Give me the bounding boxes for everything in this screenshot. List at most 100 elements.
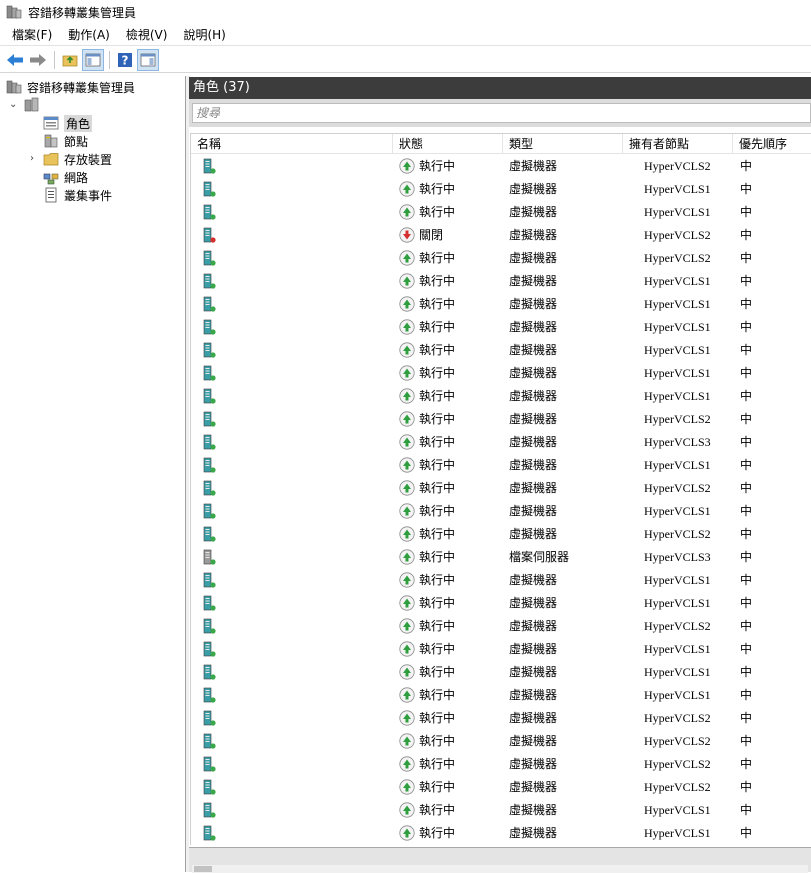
table-row[interactable]: 執行中 虛擬機器 HyperVCLS2 中 [191,247,811,270]
tree-item-storage[interactable]: 存放裝置 [43,150,112,168]
priority-cell: 中 [740,803,753,817]
table-row[interactable]: 執行中 虛擬機器 HyperVCLS1 中 [191,500,811,523]
toolbar: ? [0,47,811,73]
table-row[interactable]: 執行中 虛擬機器 HyperVCLS1 中 [191,201,811,224]
table-row[interactable]: 執行中 檔案伺服器 HyperVCLS3 中 [191,546,811,569]
tree-cluster[interactable] [24,96,45,114]
table-row[interactable]: 執行中 虛擬機器 HyperVCLS1 中 [191,454,811,477]
table-row[interactable]: 執行中 虛擬機器 HyperVCLS2 中 [191,707,811,730]
table-row[interactable]: 執行中 虛擬機器 HyperVCLS1 中 [191,684,811,707]
scrollbar-thumb[interactable] [194,866,212,872]
status-cell: 執行中 [419,343,456,357]
table-row[interactable]: 執行中 虛擬機器 HyperVCLS2 中 [191,753,811,776]
type-cell: 虛擬機器 [509,527,558,541]
owner-node-cell: HyperVCLS1 [644,688,711,702]
status-cell: 執行中 [419,366,456,380]
table-row[interactable]: 執行中 虛擬機器 HyperVCLS1 中 [191,362,811,385]
table-row[interactable]: 執行中 虛擬機器 HyperVCLS1 中 [191,638,811,661]
priority-cell: 中 [740,320,753,334]
table-row[interactable]: 執行中 虛擬機器 HyperVCLS2 中 [191,776,811,799]
table-row[interactable]: 執行中 虛擬機器 HyperVCLS1 中 [191,270,811,293]
collapse-chevron-icon[interactable]: ⌄ [9,100,19,110]
table-row[interactable]: 執行中 虛擬機器 HyperVCLS1 中 [191,339,811,362]
menu-help[interactable]: 說明(H) [175,25,233,45]
table-row[interactable]: 執行中 虛擬機器 HyperVCLS3 中 [191,431,811,454]
column-header-name[interactable]: 名稱 [191,134,393,154]
table-row[interactable]: 執行中 虛擬機器 HyperVCLS1 中 [191,385,811,408]
owner-node-cell: HyperVCLS2 [644,481,711,495]
search-input[interactable]: 搜尋 [192,103,811,123]
tree-root[interactable]: 容錯移轉叢集管理員 [6,78,135,96]
status-cell: 執行中 [419,389,456,403]
owner-node-cell: HyperVCLS1 [644,642,711,656]
table-row[interactable]: 關閉 虛擬機器 HyperVCLS2 中 [191,224,811,247]
type-cell: 虛擬機器 [509,573,558,587]
table-row[interactable]: 執行中 虛擬機器 HyperVCLS2 中 [191,155,811,178]
tree-item-cluster-events[interactable]: 叢集事件 [43,186,112,204]
menu-file[interactable]: 檔案(F) [4,25,60,45]
table-row[interactable]: 執行中 虛擬機器 HyperVCLS1 中 [191,293,811,316]
tree-item-networks[interactable]: 網路 [43,168,88,186]
expand-chevron-icon[interactable]: › [30,154,40,164]
table-row[interactable]: 執行中 虛擬機器 HyperVCLS1 中 [191,822,811,845]
owner-node-cell: HyperVCLS2 [644,412,711,426]
status-cell: 執行中 [419,780,456,794]
running-status-icon [399,181,415,197]
tree-item-nodes[interactable]: 節點 [43,132,88,150]
status-cell: 執行中 [419,320,456,334]
vm-icon [202,296,216,313]
owner-node-cell: HyperVCLS1 [644,803,711,817]
table-row[interactable]: 執行中 虛擬機器 HyperVCLS1 中 [191,799,811,822]
menu-view[interactable]: 檢視(V) [118,25,176,45]
type-cell: 虛擬機器 [509,228,558,242]
table-row[interactable]: 執行中 虛擬機器 HyperVCLS1 中 [191,316,811,339]
up-folder-icon [62,55,78,66]
vm-icon [202,181,216,198]
priority-cell: 中 [740,780,753,794]
show-hide-tree-button[interactable] [82,48,104,71]
status-cell: 執行中 [419,412,456,426]
type-cell: 虛擬機器 [509,205,558,219]
running-status-icon [399,779,415,795]
tree-item-roles[interactable]: 角色 [43,114,93,132]
column-header-status[interactable]: 狀態 [393,134,503,154]
table-row[interactable]: 執行中 虛擬機器 HyperVCLS1 中 [191,592,811,615]
status-cell: 執行中 [419,826,456,840]
priority-cell: 中 [740,573,753,587]
help-icon: ? [118,52,132,67]
up-folder-button[interactable] [59,49,81,71]
table-row[interactable]: 執行中 虛擬機器 HyperVCLS2 中 [191,730,811,753]
back-button[interactable] [4,49,26,71]
vm-icon [202,618,216,635]
priority-cell: 中 [740,435,753,449]
table-row[interactable]: 執行中 虛擬機器 HyperVCLS2 中 [191,477,811,500]
table-row[interactable]: 執行中 虛擬機器 HyperVCLS2 中 [191,523,811,546]
tree-item-label: 網路 [64,170,89,185]
owner-node-cell: HyperVCLS1 [644,366,711,380]
status-cell: 執行中 [419,527,456,541]
table-row[interactable]: 執行中 虛擬機器 HyperVCLS1 中 [191,569,811,592]
table-row[interactable]: 執行中 虛擬機器 HyperVCLS2 中 [191,408,811,431]
table-row[interactable]: 執行中 虛擬機器 HyperVCLS2 中 [191,615,811,638]
priority-cell: 中 [740,297,753,311]
type-cell: 虛擬機器 [509,688,558,702]
status-cell: 執行中 [419,435,456,449]
status-cell: 執行中 [419,481,456,495]
nodes-icon [43,133,59,149]
running-status-icon [399,457,415,473]
show-hide-action-pane-button[interactable] [137,48,159,71]
forward-button[interactable] [27,49,49,71]
title-bar: 容錯移轉叢集管理員 [0,0,811,24]
status-cell: 執行中 [419,458,456,472]
table-row[interactable]: 執行中 虛擬機器 HyperVCLS1 中 [191,178,811,201]
menu-action[interactable]: 動作(A) [60,25,118,45]
owner-node-cell: HyperVCLS1 [644,504,711,518]
column-header-priority[interactable]: 優先順序 [733,134,811,154]
owner-node-cell: HyperVCLS1 [644,573,711,587]
column-header-type[interactable]: 類型 [503,134,623,154]
vm-icon [202,825,216,842]
priority-cell: 中 [740,665,753,679]
column-header-owner-node[interactable]: 擁有者節點 [623,134,733,154]
help-button[interactable]: ? [114,49,136,71]
table-row[interactable]: 執行中 虛擬機器 HyperVCLS1 中 [191,661,811,684]
